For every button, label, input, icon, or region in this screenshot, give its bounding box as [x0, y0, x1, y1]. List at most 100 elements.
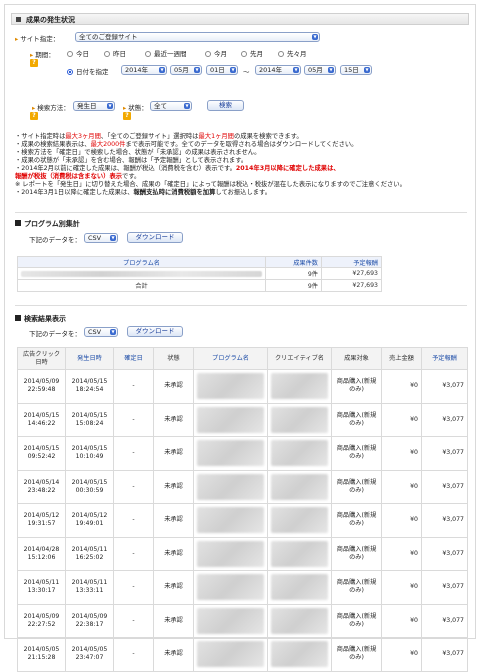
occur-time-cell-line: 19:49:01: [75, 520, 104, 528]
col-reward[interactable]: 予定報酬: [421, 347, 468, 370]
status-select[interactable]: 全て ▼: [150, 101, 192, 111]
col-program-name[interactable]: プログラム名: [193, 347, 268, 370]
total-amount: ¥27,693: [321, 279, 382, 292]
chevron-down-icon: ▼: [293, 67, 299, 73]
radio-last-week[interactable]: 最近一週間: [145, 48, 187, 58]
click-time-cell: 2014/04/28 15:12:06: [17, 536, 66, 571]
click-time-cell-line: 22:59:48: [27, 386, 56, 394]
note-line: ・検索方法を「確定日」で検索した場合、状態が「未承認」の成果は表示されません。: [15, 149, 261, 156]
help-icon[interactable]: ?: [30, 59, 38, 67]
table-header-row: 広告クリック日時 発生日時 確定日 状態 プログラム名 クリエイティブ名 成果対…: [17, 347, 468, 370]
occur-time-cell: 2014/05/12 19:49:01: [65, 503, 114, 538]
redacted-block: [271, 607, 328, 634]
table-row: 2014/05/15 09:52:42 2014/05/15 10:10:49- 未承認…: [17, 436, 468, 471]
from-month-select[interactable]: 05月 ▼: [170, 65, 202, 75]
to-day-select[interactable]: 15日 ▼: [340, 65, 372, 75]
target-cell: 商品購入(新規 のみ): [331, 603, 382, 638]
site-select[interactable]: 全てのご登録サイト ▼: [75, 32, 320, 42]
chevron-down-icon: ▼: [194, 67, 200, 73]
redacted-block: [197, 641, 264, 668]
program-name-redacted: [193, 469, 268, 504]
confirm-date-cell-line: -: [132, 650, 135, 658]
radio-month-before-last[interactable]: 先々月: [278, 48, 307, 58]
status-cell: 未承認: [153, 503, 194, 538]
click-time-cell-line: 2014/05/11: [23, 579, 60, 587]
status-cell: 未承認: [153, 436, 194, 471]
chevron-down-icon: ▼: [110, 329, 116, 335]
target-cell: 商品購入(新規 のみ): [331, 536, 382, 571]
radio-this-month[interactable]: 今月: [205, 48, 227, 58]
status-cell: 未承認: [153, 536, 194, 571]
click-time-cell: 2014/05/09 22:59:48: [17, 369, 66, 404]
section-square-icon: [15, 315, 21, 321]
radio-today[interactable]: 今日: [67, 48, 89, 58]
occur-time-cell-line: 23:47:07: [75, 654, 104, 662]
divider: [15, 305, 467, 306]
status-label: ▸ 状態：: [123, 104, 148, 112]
creative-name-redacted: [267, 503, 332, 538]
confirm-date-cell: -: [113, 603, 154, 638]
col-program-name[interactable]: プログラム名: [17, 256, 266, 268]
confirm-date-cell: -: [113, 570, 154, 605]
from-year-select[interactable]: 2014年 ▼: [121, 65, 167, 75]
format-select[interactable]: CSV ▼: [84, 233, 118, 243]
click-time-cell-line: 14:46:22: [27, 419, 56, 427]
help-icon[interactable]: ?: [30, 112, 38, 120]
reward-cell-line: ¥3,077: [442, 549, 464, 557]
sales-cell-line: ¥0: [410, 583, 418, 591]
occur-time-cell-line: 10:10:49: [75, 453, 104, 461]
click-time-cell: 2014/05/14 23:48:22: [17, 469, 66, 504]
col-status: 状態: [153, 347, 194, 370]
redacted-block: [197, 440, 264, 467]
from-day-select[interactable]: 01日 ▼: [206, 65, 238, 75]
download-button[interactable]: ダウンロード: [127, 326, 183, 337]
reward-cell-line: ¥3,077: [442, 616, 464, 624]
redacted-block: [271, 473, 328, 500]
help-icon[interactable]: ?: [123, 112, 131, 120]
confirm-date-cell-line: -: [132, 382, 135, 390]
radio-date-spec[interactable]: 日付を指定: [67, 66, 109, 76]
sales-cell-line: ¥0: [410, 482, 418, 490]
target-cell: 商品購入(新規 のみ): [331, 402, 382, 437]
col-confirm-date[interactable]: 確定日: [113, 347, 154, 370]
notes-block: ・サイト指定時は最大3ヶ月間、「全てのご登録サイト」選択時は最大1ヶ月間の成果を…: [15, 133, 470, 197]
status-cell: 未承認: [153, 369, 194, 404]
amount-cell: ¥27,693: [321, 267, 382, 280]
redacted-block: [197, 607, 264, 634]
target-cell: 商品購入(新規 のみ): [331, 436, 382, 471]
reward-cell: ¥3,077: [421, 603, 468, 638]
to-month-select[interactable]: 05月 ▼: [304, 65, 336, 75]
total-label: 合計: [17, 279, 266, 292]
target-cell-line: 商品購入(新規: [336, 378, 377, 386]
program-name-redacted: [193, 570, 268, 605]
radio-last-month[interactable]: 先月: [241, 48, 263, 58]
program-name-redacted: [193, 436, 268, 471]
col-occur-time[interactable]: 発生日時: [65, 347, 114, 370]
divider: [15, 212, 467, 213]
reward-cell: ¥3,077: [421, 402, 468, 437]
confirm-date-cell: -: [113, 536, 154, 571]
search-button[interactable]: 検索: [207, 100, 244, 111]
search-method-select[interactable]: 発生日 ▼: [73, 101, 115, 111]
target-cell-line: のみ): [349, 520, 364, 528]
radio-yesterday[interactable]: 昨日: [104, 48, 126, 58]
redacted-block: [271, 540, 328, 567]
radio-icon: [241, 51, 247, 57]
to-year-select[interactable]: 2014年 ▼: [255, 65, 301, 75]
search-method-label: ▸ 検索方法：: [32, 104, 70, 112]
col-count[interactable]: 成果件数: [265, 256, 322, 268]
click-time-cell: 2014/05/12 19:31:57: [17, 503, 66, 538]
occur-time-cell-line: 2014/05/15: [71, 478, 108, 486]
redacted-block: [271, 507, 328, 534]
format-select[interactable]: CSV ▼: [84, 327, 118, 337]
redacted-block: [271, 373, 328, 400]
status-cell-line: 未承認: [164, 549, 183, 557]
occur-time-cell-line: 2014/05/09: [71, 612, 108, 620]
status-cell-line: 未承認: [164, 449, 183, 457]
radio-selected-icon: [67, 69, 73, 75]
chevron-down-icon: ▼: [184, 103, 190, 109]
col-reward[interactable]: 予定報酬: [321, 256, 382, 268]
download-button[interactable]: ダウンロード: [127, 232, 183, 243]
sales-cell: ¥0: [381, 503, 422, 538]
redacted-block: [271, 406, 328, 433]
